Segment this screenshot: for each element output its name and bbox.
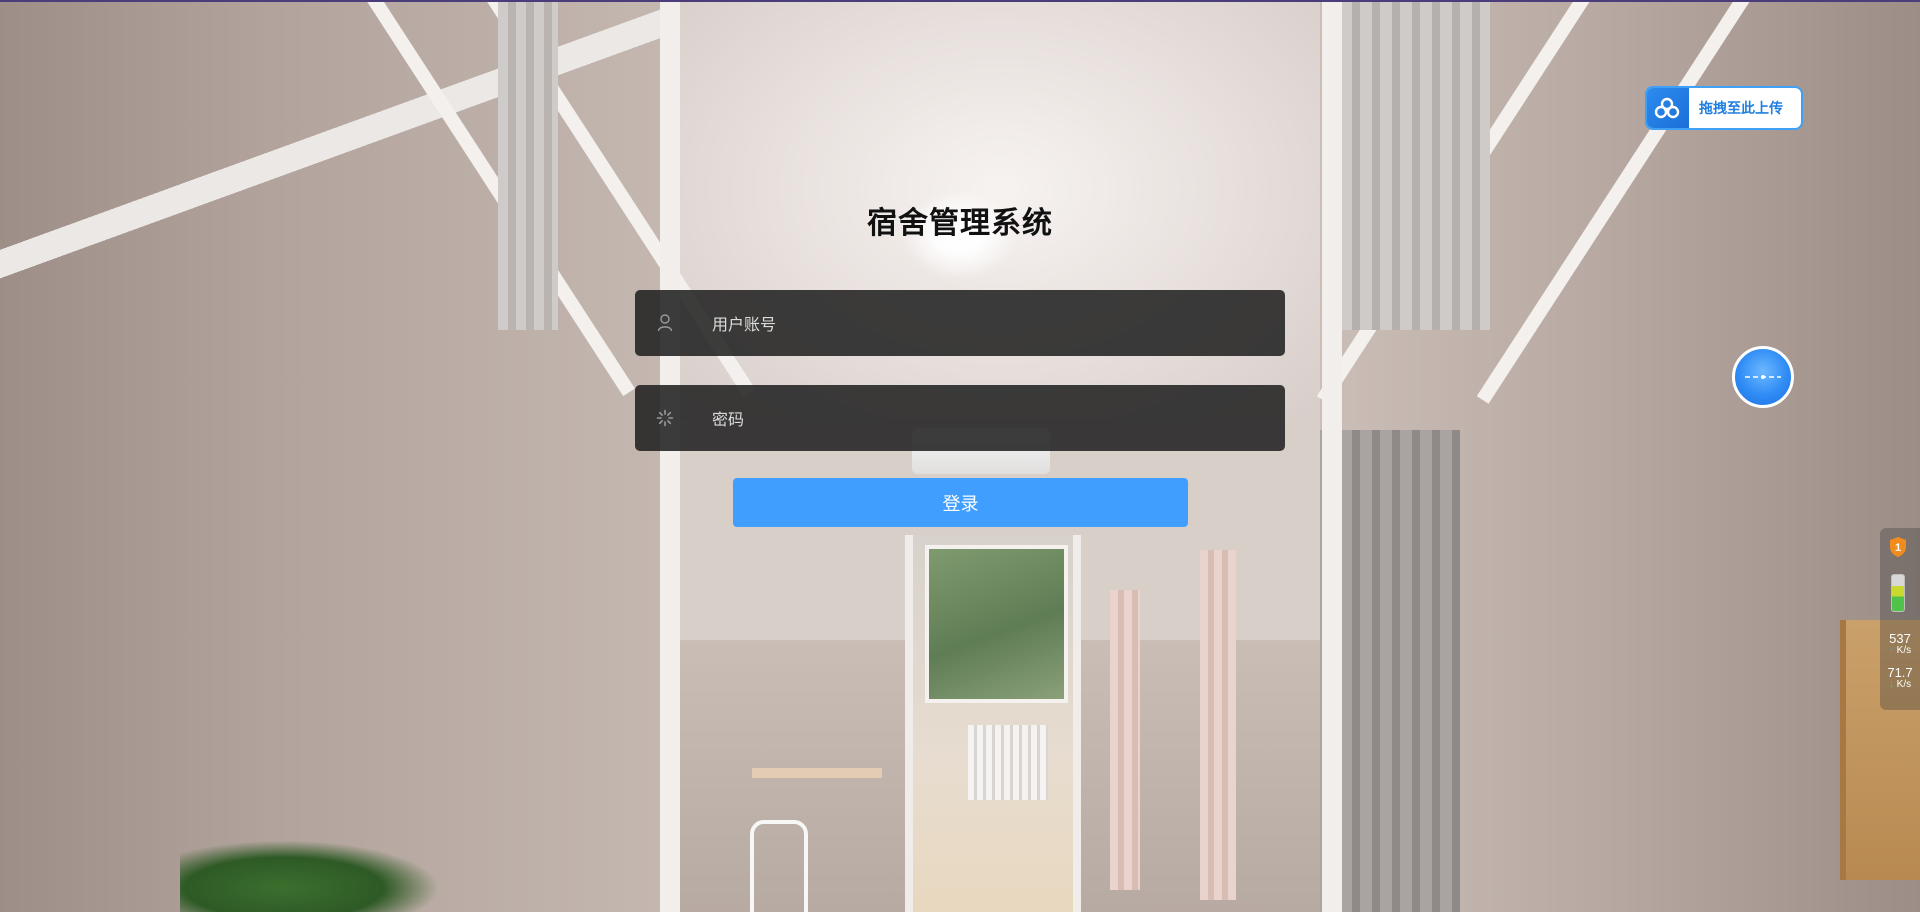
user-icon xyxy=(635,290,695,356)
password-placeholder: 密码 xyxy=(712,410,745,429)
bg-curtain xyxy=(1340,0,1490,330)
bg-curtain xyxy=(1110,590,1140,890)
bg-bunk-left xyxy=(0,0,670,470)
download-speed-value: 71.7 xyxy=(1887,665,1913,680)
login-page: 宿舍管理系统 用户账号 密码 登录 拖拽至此上传 1 537 ↑ K/s 71.… xyxy=(0,0,1920,912)
shield-badge-count: 1 xyxy=(1895,542,1901,554)
bg-radiator xyxy=(968,725,1048,800)
username-field[interactable]: 用户账号 xyxy=(635,290,1285,356)
upload-speed-value: 537 xyxy=(1889,631,1911,646)
download-speed: 71.7 ↓ K/s xyxy=(1880,666,1920,690)
bg-pillar xyxy=(1322,0,1342,912)
battery-icon xyxy=(1891,574,1905,612)
username-placeholder: 用户账号 xyxy=(712,315,777,334)
bg-table xyxy=(752,768,882,778)
bg-curtain xyxy=(498,0,558,330)
lock-icon xyxy=(635,385,695,451)
upload-chip-label: 拖拽至此上传 xyxy=(1699,101,1783,117)
cloud-icon xyxy=(1647,88,1689,128)
arrow-up-icon: ↑ xyxy=(1888,644,1894,656)
login-button[interactable]: 登录 xyxy=(733,478,1188,527)
bg-curtain xyxy=(1200,550,1236,900)
upload-speed: 537 ↑ K/s xyxy=(1880,632,1920,656)
download-speed-unit: K/s xyxy=(1896,678,1912,690)
bg-chair xyxy=(750,820,808,912)
page-title: 宿舍管理系统 xyxy=(867,206,1053,241)
upload-drop-chip[interactable]: 拖拽至此上传 xyxy=(1645,86,1803,130)
bg-window xyxy=(925,545,1068,703)
shield-icon[interactable]: 1 xyxy=(1888,536,1908,558)
password-field[interactable]: 密码 xyxy=(635,385,1285,451)
background-photo xyxy=(0,0,1920,912)
bg-pillar xyxy=(660,0,680,912)
bg-plant xyxy=(180,840,440,912)
bg-top-border xyxy=(0,0,1920,2)
upload-speed-unit: K/s xyxy=(1896,644,1912,656)
arrow-down-icon: ↓ xyxy=(1888,678,1894,690)
assistant-ball-icon[interactable] xyxy=(1732,346,1794,408)
